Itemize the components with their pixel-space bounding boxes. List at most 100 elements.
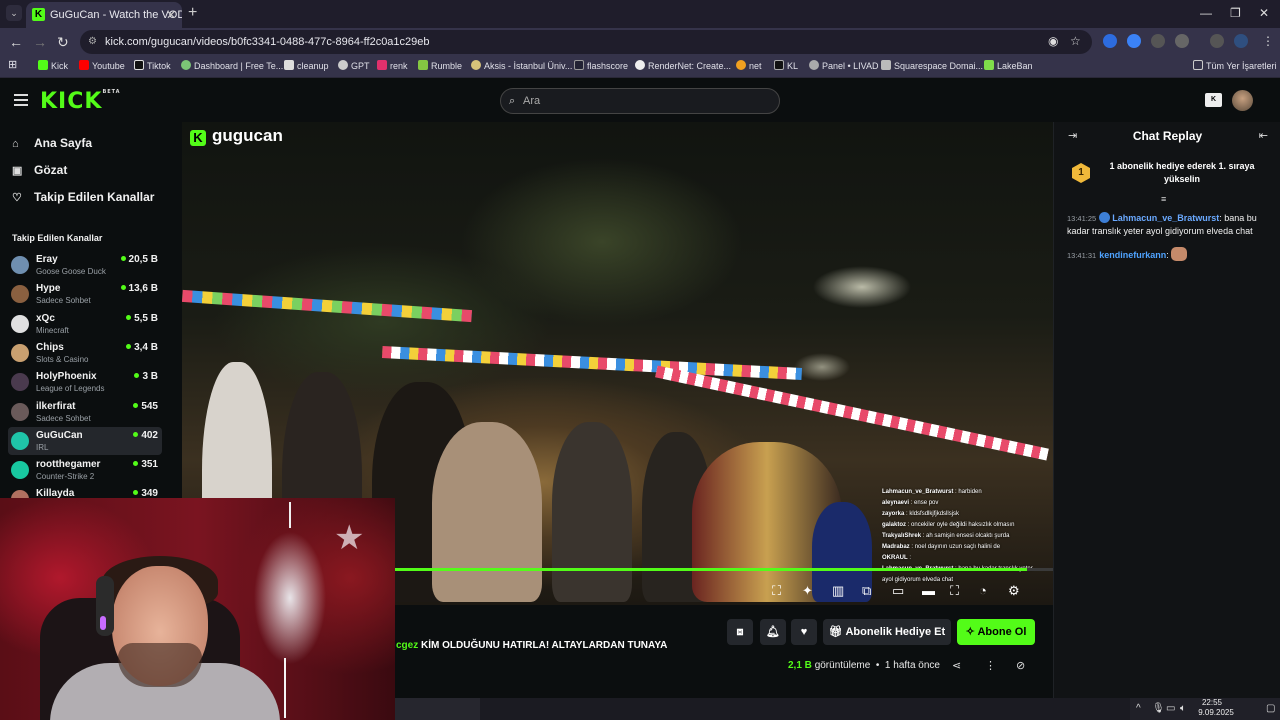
bookmark-item[interactable]: RenderNet: Create... (635, 60, 731, 71)
clock-date[interactable]: 9.09.2025 (1192, 708, 1240, 717)
new-tab-icon[interactable]: + (188, 4, 197, 22)
settings-gear-icon[interactable]: ⚙ (1008, 583, 1020, 599)
close-window-icon[interactable]: ✕ (1259, 6, 1269, 20)
notifications-icon[interactable]: ▢ (1266, 703, 1275, 714)
close-tab-icon[interactable]: ✕ (166, 2, 176, 28)
bookmark-item[interactable]: Aksis - İstanbul Üniv... (471, 60, 572, 71)
profile-avatar-icon[interactable] (1234, 34, 1248, 48)
popout-chat-icon[interactable]: ⇤ (1259, 129, 1268, 142)
chat-username[interactable]: kendinefurkann (1099, 250, 1166, 260)
back-icon[interactable]: ← (9, 34, 23, 50)
extension-icon[interactable] (1103, 34, 1117, 48)
speed-icon[interactable]: ◔ (979, 583, 987, 598)
microphone-icon[interactable]: 🎙︎ (1152, 703, 1165, 714)
bookmark-item[interactable]: Dashboard | Free Te... (181, 60, 283, 71)
minimize-icon[interactable]: — (1200, 6, 1212, 20)
reload-icon[interactable]: ↻ (57, 34, 69, 51)
expand-pinned-icon[interactable]: ≡ (1161, 194, 1166, 204)
bookmark-item[interactable]: Kick (38, 60, 68, 71)
sidebar-channel-item[interactable]: Hype Sadece Sohbet 13,6 B (8, 280, 162, 308)
nav-following[interactable]: ♡ Takip Edilen Kanallar (12, 190, 154, 204)
bookmark-item[interactable]: Tiktok (134, 60, 171, 71)
clock-time[interactable]: 22:55 (1192, 698, 1232, 707)
sidebar-channel-item[interactable]: Chips Slots & Casino 3,4 B (8, 339, 162, 367)
site-info-icon[interactable]: ⚙ (88, 30, 97, 54)
chat-username[interactable]: Lahmacun_ve_Bratwurst (1112, 213, 1219, 223)
gift-subscription-button[interactable]: 🎁︎ Abonelik Hediye Et (823, 619, 951, 645)
bookmark-item[interactable]: Rumble (418, 60, 462, 71)
pinned-gift-leaderboard[interactable]: 1 1 abonelik hediye ederek 1. sıraya yük… (1066, 152, 1271, 188)
sidebar-channel-item[interactable]: xQc Minecraft 5,5 B (8, 310, 162, 338)
bookmark-item[interactable]: Youtube (79, 60, 125, 71)
extensions-puzzle-icon[interactable] (1175, 34, 1189, 48)
overlay-chat-line: galaktoz : oncekiler oyle değildi haksız… (882, 522, 1015, 528)
menu-hamburger-icon[interactable] (14, 94, 28, 109)
wide-mode-icon[interactable]: ▬ (922, 583, 935, 598)
reading-list-icon[interactable] (1210, 34, 1224, 48)
bookmark-item[interactable]: renk (377, 60, 408, 71)
follow-heart-button[interactable]: ♥ (791, 619, 817, 645)
volume-icon[interactable]: 🔈︎ (1180, 703, 1186, 714)
kick-logo[interactable]: KICKBETA (40, 89, 121, 114)
stats-icon[interactable]: ▥ (832, 583, 844, 599)
clip-crop-icon[interactable]: ⛶ (772, 583, 781, 599)
bookmark-item[interactable]: net (736, 60, 762, 71)
bookmark-item[interactable]: flashscore (574, 60, 628, 71)
subscribe-button[interactable]: ✧ Abone Ol (957, 619, 1035, 645)
sidebar-channel-item[interactable]: GuGuCan IRL 402 (8, 426, 162, 455)
channel-avatar (11, 461, 29, 480)
channel-name: rootthegamer (36, 459, 101, 471)
bookmark-item[interactable]: KL (774, 60, 798, 71)
sidebar-channel-item[interactable]: Eray Goose Goose Duck 20,5 B (8, 251, 162, 279)
dashboard-icon (181, 60, 191, 70)
bookmark-item[interactable]: GPT (338, 60, 370, 71)
taskbar-app[interactable] (395, 698, 480, 720)
sidebar-channel-item[interactable]: rootthegamer Counter-Strike 2 351 (8, 456, 162, 484)
bookmark-item[interactable]: cleanup (284, 60, 329, 71)
extension-icon[interactable] (1127, 34, 1141, 48)
forward-icon[interactable]: → (33, 34, 47, 50)
restore-icon[interactable]: ❐ (1230, 6, 1241, 20)
nav-home[interactable]: ⌂ Ana Sayfa (12, 136, 92, 150)
channel-name: GuGuCan (36, 429, 83, 441)
extension-icon[interactable] (1151, 34, 1165, 48)
tray-expand-icon[interactable]: ^ (1136, 703, 1141, 714)
notification-bell-button[interactable]: 🔔︎ (760, 619, 786, 645)
youtube-icon (79, 60, 89, 70)
apps-grid-icon[interactable]: ⊞ (8, 58, 17, 71)
bookmark-item[interactable]: LakeBan (984, 60, 1033, 71)
browser-menu-icon[interactable]: ⋮ (1262, 34, 1274, 48)
kick-rewards-icon[interactable]: K (1205, 93, 1222, 107)
hide-chat-icon[interactable]: ⊘ (1016, 659, 1025, 672)
all-bookmarks[interactable]: Tüm Yer İşaretleri (1193, 60, 1277, 71)
fullscreen-icon[interactable]: ⛶ (950, 583, 959, 599)
clip-button[interactable]: ⧈ (727, 619, 753, 645)
search-input[interactable]: ⌕ Ara (500, 88, 780, 114)
flashscore-icon (574, 60, 584, 70)
overlay-chat-line: Madrabaz : noel dayının uzun saçlı halin… (882, 544, 1001, 550)
bookmark-star-icon[interactable]: ☆ (1070, 34, 1081, 48)
tab-search-icon[interactable]: ⌄ (6, 5, 22, 21)
sidebar-channel-item[interactable]: ilkerfirat Sadece Sohbet 545 (8, 398, 162, 426)
channel-name: ilkerfirat (36, 400, 76, 412)
hide-eye-icon[interactable]: ◉ (1048, 34, 1058, 48)
viewer-count: 351 (133, 459, 158, 470)
sidebar-channel-item[interactable]: HolyPhoenix League of Legends 3 B (8, 368, 162, 396)
bookmark-item[interactable]: Panel • LIVAD (809, 60, 879, 71)
browser-tab-bar: ⌄ K GuGuCan - Watch the VOD on ✕ + — ❐ ✕ (0, 0, 1280, 28)
more-options-icon[interactable]: ⋮ (985, 659, 996, 672)
squarespace-icon (881, 60, 891, 70)
picture-in-picture-icon[interactable]: ⧉ (862, 583, 871, 599)
network-icon[interactable]: ▭ (1166, 703, 1175, 714)
url-bar[interactable]: ⚙ kick.com/gugucan/videos/b0fc3341-0488-… (80, 30, 1092, 54)
rendernet-icon (635, 60, 645, 70)
theater-mode-icon[interactable]: ▭ (892, 583, 904, 599)
cleanup-icon (284, 60, 294, 70)
share-icon[interactable]: ⋖ (952, 659, 961, 672)
bookmark-item[interactable]: Squarespace Domai... (881, 60, 983, 71)
search-icon: ⌕ (509, 95, 516, 107)
sparkle-icon[interactable]: ✦ (802, 583, 813, 599)
nav-browse[interactable]: ▣ Gözat (12, 163, 67, 177)
browser-tab[interactable]: K GuGuCan - Watch the VOD on ✕ (26, 2, 182, 28)
user-avatar[interactable] (1232, 90, 1253, 111)
